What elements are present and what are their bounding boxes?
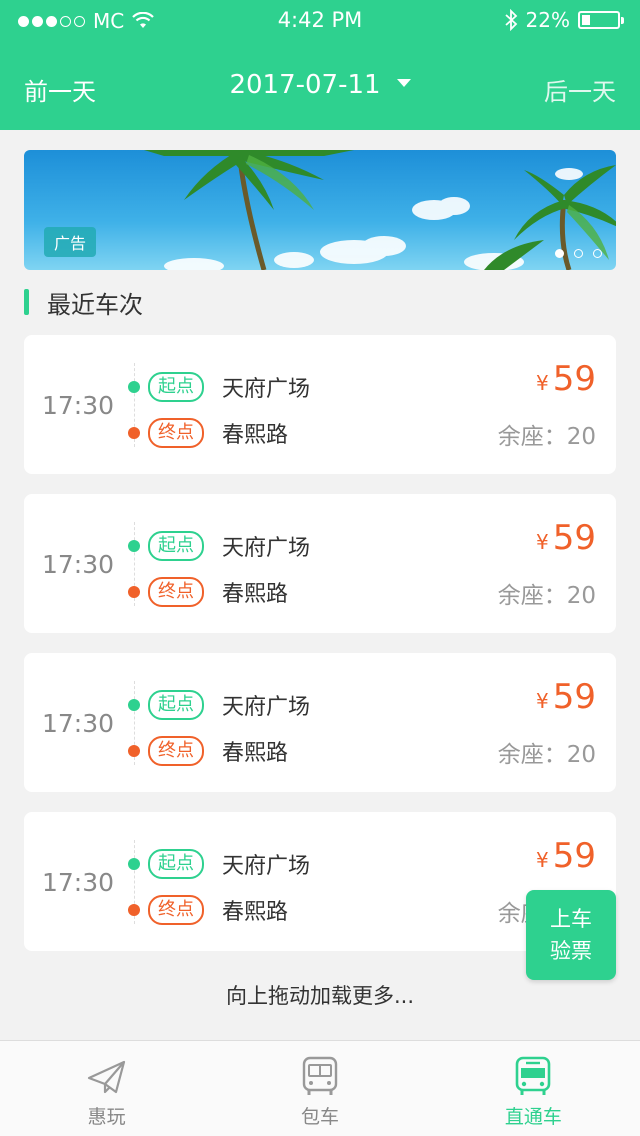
start-dot-icon — [128, 381, 140, 393]
seats-remaining: 余座：20 — [497, 742, 596, 768]
end-station: 春熙路 — [222, 900, 289, 925]
trip-time: 17:30 — [42, 868, 115, 897]
end-tag: 终点 — [148, 418, 204, 448]
board-verify-line1: 上车 — [550, 907, 592, 931]
end-station: 春熙路 — [222, 423, 289, 448]
start-tag: 起点 — [148, 531, 204, 561]
section-accent-bar — [24, 289, 29, 315]
banner-pagination — [555, 249, 602, 258]
banner-dot[interactable] — [574, 249, 583, 258]
trip-price: ¥59 — [536, 518, 596, 558]
trip-price: ¥59 — [536, 359, 596, 399]
end-station: 春熙路 — [222, 582, 289, 607]
battery-percent: 22% — [525, 8, 570, 32]
end-dot-icon — [128, 745, 140, 757]
date-label: 2017-07-11 — [229, 70, 381, 100]
start-dot-icon — [128, 699, 140, 711]
start-dot-icon — [128, 540, 140, 552]
price-value: 59 — [552, 677, 596, 717]
board-verify-ticket-button[interactable]: 上车 验票 — [526, 890, 616, 980]
currency-symbol: ¥ — [536, 371, 549, 395]
trip-card[interactable]: 17:30 起点 天府广场 终点 春熙路 ¥59 余座：20 — [24, 653, 616, 792]
start-row: 起点 天府广场 — [128, 530, 310, 562]
tab-label: 包车 — [300, 1106, 339, 1128]
board-verify-line2: 验票 — [550, 939, 592, 963]
end-station: 春熙路 — [222, 741, 289, 766]
tab-direct-bus[interactable]: 直通车 — [427, 1041, 640, 1136]
price-value: 59 — [552, 359, 596, 399]
date-nav: 前一天 2017-07-11 后一天 — [0, 62, 640, 110]
next-day-button[interactable]: 后一天 — [544, 72, 616, 107]
end-tag: 终点 — [148, 895, 204, 925]
paper-plane-icon — [87, 1060, 125, 1094]
trip-card[interactable]: 17:30 起点 天府广场 终点 春熙路 ¥59 余座：20 — [24, 494, 616, 633]
seats-remaining: 余座：20 — [497, 583, 596, 609]
start-row: 起点 天府广场 — [128, 689, 310, 721]
end-row: 终点 春熙路 — [128, 417, 288, 449]
trip-time: 17:30 — [42, 709, 115, 738]
start-dot-icon — [128, 858, 140, 870]
start-tag: 起点 — [148, 372, 204, 402]
start-station: 天府广场 — [222, 854, 311, 879]
start-row: 起点 天府广场 — [128, 848, 310, 880]
price-value: 59 — [552, 518, 596, 558]
header: MC 4:42 PM 22% 前一天 2017-07-11 后一天 — [0, 0, 640, 130]
price-value: 59 — [552, 836, 596, 876]
status-bar: MC 4:42 PM 22% — [0, 0, 640, 40]
end-tag: 终点 — [148, 736, 204, 766]
currency-symbol: ¥ — [536, 530, 549, 554]
tab-bar: 惠玩 包车 直通车 — [0, 1040, 640, 1136]
tab-charter[interactable]: 包车 — [213, 1041, 426, 1136]
caret-down-icon — [396, 78, 411, 87]
tab-label: 直通车 — [504, 1106, 562, 1128]
currency-symbol: ¥ — [536, 689, 549, 713]
start-tag: 起点 — [148, 690, 204, 720]
section-title: 最近车次 — [47, 290, 143, 319]
start-station: 天府广场 — [222, 377, 311, 402]
start-station: 天府广场 — [222, 536, 311, 561]
end-row: 终点 春熙路 — [128, 576, 288, 608]
ad-banner[interactable]: 广告 — [24, 150, 616, 270]
battery-icon — [578, 11, 624, 29]
banner-image — [24, 150, 616, 270]
end-row: 终点 春熙路 — [128, 894, 288, 926]
load-more-hint: 向上拖动加载更多... — [225, 984, 415, 1008]
trip-time: 17:30 — [42, 550, 115, 579]
banner-dot[interactable] — [593, 249, 602, 258]
section-header: 最近车次 — [24, 288, 143, 319]
bluetooth-icon — [504, 9, 517, 31]
tab-label: 惠玩 — [87, 1106, 126, 1128]
bus-charter-icon — [302, 1056, 338, 1095]
trip-time: 17:30 — [42, 391, 115, 420]
end-dot-icon — [128, 427, 140, 439]
trip-card[interactable]: 17:30 起点 天府广场 终点 春熙路 ¥59 余座：20 — [24, 335, 616, 474]
trip-price: ¥59 — [536, 836, 596, 876]
trip-price: ¥59 — [536, 677, 596, 717]
ad-tag: 广告 — [44, 227, 97, 257]
end-tag: 终点 — [148, 577, 204, 607]
currency-symbol: ¥ — [536, 848, 549, 872]
start-station: 天府广场 — [222, 695, 311, 720]
end-row: 终点 春熙路 — [128, 735, 288, 767]
bus-direct-icon — [516, 1056, 551, 1095]
start-tag: 起点 — [148, 849, 204, 879]
status-right: 22% — [504, 8, 624, 32]
end-dot-icon — [128, 904, 140, 916]
seats-remaining: 余座：20 — [497, 424, 596, 450]
start-row: 起点 天府广场 — [128, 371, 310, 403]
banner-dot[interactable] — [555, 249, 564, 258]
tab-huiwan[interactable]: 惠玩 — [0, 1041, 213, 1136]
end-dot-icon — [128, 586, 140, 598]
